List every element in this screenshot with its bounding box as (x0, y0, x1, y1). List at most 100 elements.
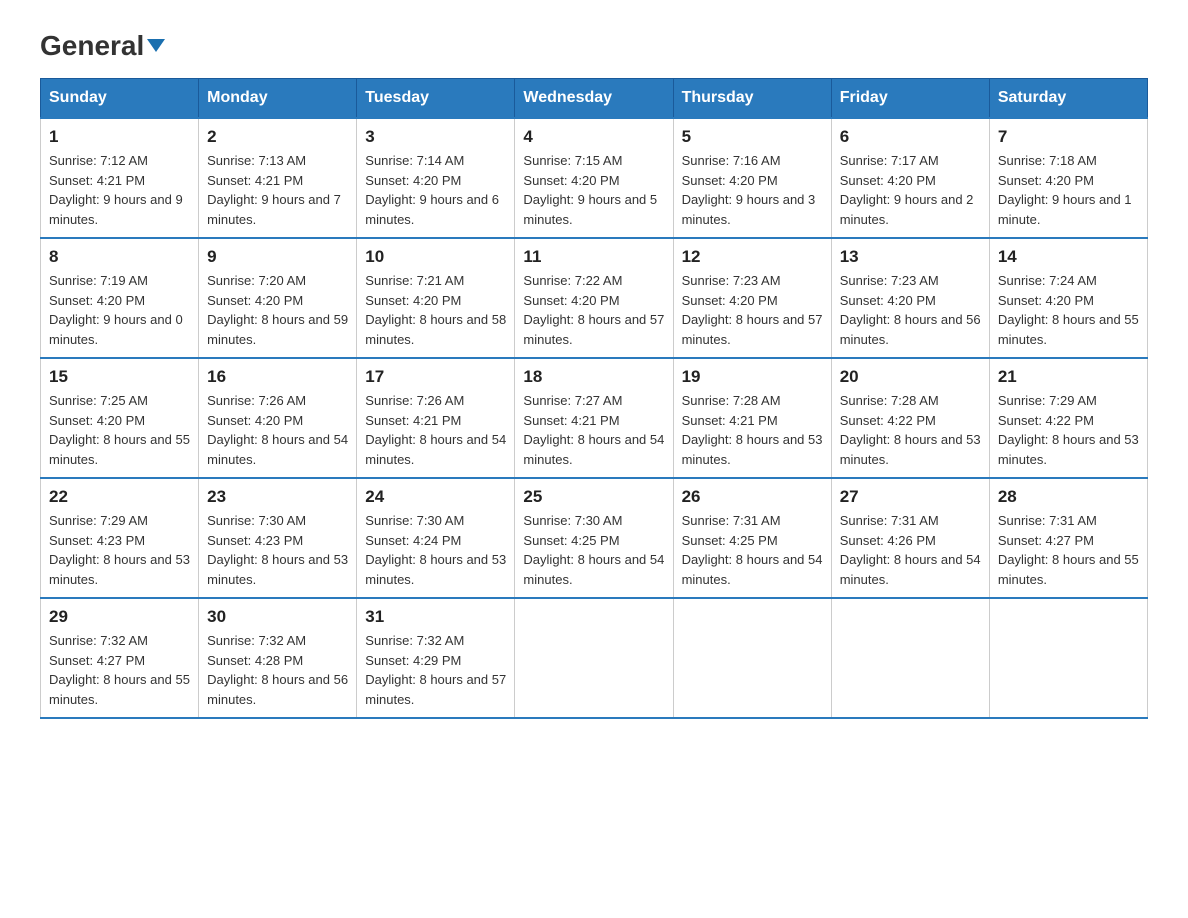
day-info: Sunrise: 7:13 AMSunset: 4:21 PMDaylight:… (207, 153, 341, 227)
logo-general-text: General (40, 30, 144, 62)
calendar-cell: 19 Sunrise: 7:28 AMSunset: 4:21 PMDaylig… (673, 358, 831, 478)
day-info: Sunrise: 7:28 AMSunset: 4:22 PMDaylight:… (840, 393, 981, 467)
day-number: 4 (523, 127, 664, 147)
calendar-cell: 9 Sunrise: 7:20 AMSunset: 4:20 PMDayligh… (199, 238, 357, 358)
day-number: 24 (365, 487, 506, 507)
day-info: Sunrise: 7:18 AMSunset: 4:20 PMDaylight:… (998, 153, 1132, 227)
day-info: Sunrise: 7:26 AMSunset: 4:21 PMDaylight:… (365, 393, 506, 467)
calendar-week-row: 1 Sunrise: 7:12 AMSunset: 4:21 PMDayligh… (41, 118, 1148, 238)
day-number: 29 (49, 607, 190, 627)
weekday-header-wednesday: Wednesday (515, 79, 673, 119)
day-info: Sunrise: 7:32 AMSunset: 4:28 PMDaylight:… (207, 633, 348, 707)
weekday-header-tuesday: Tuesday (357, 79, 515, 119)
calendar-cell: 5 Sunrise: 7:16 AMSunset: 4:20 PMDayligh… (673, 118, 831, 238)
calendar-cell: 21 Sunrise: 7:29 AMSunset: 4:22 PMDaylig… (989, 358, 1147, 478)
day-number: 23 (207, 487, 348, 507)
calendar-week-row: 29 Sunrise: 7:32 AMSunset: 4:27 PMDaylig… (41, 598, 1148, 718)
calendar-table: SundayMondayTuesdayWednesdayThursdayFrid… (40, 78, 1148, 719)
day-number: 17 (365, 367, 506, 387)
day-number: 27 (840, 487, 981, 507)
day-info: Sunrise: 7:22 AMSunset: 4:20 PMDaylight:… (523, 273, 664, 347)
day-info: Sunrise: 7:29 AMSunset: 4:22 PMDaylight:… (998, 393, 1139, 467)
calendar-cell: 3 Sunrise: 7:14 AMSunset: 4:20 PMDayligh… (357, 118, 515, 238)
day-info: Sunrise: 7:30 AMSunset: 4:25 PMDaylight:… (523, 513, 664, 587)
calendar-cell: 12 Sunrise: 7:23 AMSunset: 4:20 PMDaylig… (673, 238, 831, 358)
day-number: 1 (49, 127, 190, 147)
day-number: 13 (840, 247, 981, 267)
day-number: 11 (523, 247, 664, 267)
calendar-cell (989, 598, 1147, 718)
calendar-cell: 20 Sunrise: 7:28 AMSunset: 4:22 PMDaylig… (831, 358, 989, 478)
weekday-header-thursday: Thursday (673, 79, 831, 119)
calendar-cell (515, 598, 673, 718)
calendar-cell (673, 598, 831, 718)
calendar-cell: 23 Sunrise: 7:30 AMSunset: 4:23 PMDaylig… (199, 478, 357, 598)
calendar-week-row: 15 Sunrise: 7:25 AMSunset: 4:20 PMDaylig… (41, 358, 1148, 478)
day-info: Sunrise: 7:23 AMSunset: 4:20 PMDaylight:… (682, 273, 823, 347)
calendar-cell: 4 Sunrise: 7:15 AMSunset: 4:20 PMDayligh… (515, 118, 673, 238)
day-number: 30 (207, 607, 348, 627)
day-number: 5 (682, 127, 823, 147)
day-info: Sunrise: 7:29 AMSunset: 4:23 PMDaylight:… (49, 513, 190, 587)
day-info: Sunrise: 7:31 AMSunset: 4:26 PMDaylight:… (840, 513, 981, 587)
day-number: 26 (682, 487, 823, 507)
day-info: Sunrise: 7:32 AMSunset: 4:27 PMDaylight:… (49, 633, 190, 707)
calendar-cell: 15 Sunrise: 7:25 AMSunset: 4:20 PMDaylig… (41, 358, 199, 478)
day-info: Sunrise: 7:14 AMSunset: 4:20 PMDaylight:… (365, 153, 499, 227)
weekday-header-monday: Monday (199, 79, 357, 119)
calendar-cell: 29 Sunrise: 7:32 AMSunset: 4:27 PMDaylig… (41, 598, 199, 718)
day-info: Sunrise: 7:28 AMSunset: 4:21 PMDaylight:… (682, 393, 823, 467)
calendar-week-row: 8 Sunrise: 7:19 AMSunset: 4:20 PMDayligh… (41, 238, 1148, 358)
day-number: 6 (840, 127, 981, 147)
calendar-cell: 24 Sunrise: 7:30 AMSunset: 4:24 PMDaylig… (357, 478, 515, 598)
calendar-cell: 22 Sunrise: 7:29 AMSunset: 4:23 PMDaylig… (41, 478, 199, 598)
day-number: 10 (365, 247, 506, 267)
weekday-header-sunday: Sunday (41, 79, 199, 119)
day-number: 22 (49, 487, 190, 507)
day-info: Sunrise: 7:15 AMSunset: 4:20 PMDaylight:… (523, 153, 657, 227)
day-info: Sunrise: 7:25 AMSunset: 4:20 PMDaylight:… (49, 393, 190, 467)
day-info: Sunrise: 7:27 AMSunset: 4:21 PMDaylight:… (523, 393, 664, 467)
calendar-body: 1 Sunrise: 7:12 AMSunset: 4:21 PMDayligh… (41, 118, 1148, 718)
day-info: Sunrise: 7:19 AMSunset: 4:20 PMDaylight:… (49, 273, 183, 347)
calendar-cell (831, 598, 989, 718)
day-number: 28 (998, 487, 1139, 507)
day-info: Sunrise: 7:17 AMSunset: 4:20 PMDaylight:… (840, 153, 974, 227)
calendar-cell: 18 Sunrise: 7:27 AMSunset: 4:21 PMDaylig… (515, 358, 673, 478)
calendar-cell: 14 Sunrise: 7:24 AMSunset: 4:20 PMDaylig… (989, 238, 1147, 358)
calendar-cell: 10 Sunrise: 7:21 AMSunset: 4:20 PMDaylig… (357, 238, 515, 358)
calendar-cell: 28 Sunrise: 7:31 AMSunset: 4:27 PMDaylig… (989, 478, 1147, 598)
weekday-header-friday: Friday (831, 79, 989, 119)
calendar-week-row: 22 Sunrise: 7:29 AMSunset: 4:23 PMDaylig… (41, 478, 1148, 598)
calendar-cell: 7 Sunrise: 7:18 AMSunset: 4:20 PMDayligh… (989, 118, 1147, 238)
day-number: 19 (682, 367, 823, 387)
day-number: 2 (207, 127, 348, 147)
day-info: Sunrise: 7:31 AMSunset: 4:25 PMDaylight:… (682, 513, 823, 587)
calendar-cell: 11 Sunrise: 7:22 AMSunset: 4:20 PMDaylig… (515, 238, 673, 358)
calendar-cell: 13 Sunrise: 7:23 AMSunset: 4:20 PMDaylig… (831, 238, 989, 358)
day-number: 15 (49, 367, 190, 387)
weekday-header-saturday: Saturday (989, 79, 1147, 119)
day-number: 20 (840, 367, 981, 387)
day-number: 7 (998, 127, 1139, 147)
day-number: 14 (998, 247, 1139, 267)
day-number: 31 (365, 607, 506, 627)
calendar-cell: 6 Sunrise: 7:17 AMSunset: 4:20 PMDayligh… (831, 118, 989, 238)
calendar-cell: 27 Sunrise: 7:31 AMSunset: 4:26 PMDaylig… (831, 478, 989, 598)
day-info: Sunrise: 7:21 AMSunset: 4:20 PMDaylight:… (365, 273, 506, 347)
day-info: Sunrise: 7:23 AMSunset: 4:20 PMDaylight:… (840, 273, 981, 347)
day-info: Sunrise: 7:12 AMSunset: 4:21 PMDaylight:… (49, 153, 183, 227)
calendar-cell: 16 Sunrise: 7:26 AMSunset: 4:20 PMDaylig… (199, 358, 357, 478)
calendar-cell: 25 Sunrise: 7:30 AMSunset: 4:25 PMDaylig… (515, 478, 673, 598)
calendar-cell: 26 Sunrise: 7:31 AMSunset: 4:25 PMDaylig… (673, 478, 831, 598)
day-number: 18 (523, 367, 664, 387)
day-number: 16 (207, 367, 348, 387)
day-info: Sunrise: 7:20 AMSunset: 4:20 PMDaylight:… (207, 273, 348, 347)
calendar-cell: 8 Sunrise: 7:19 AMSunset: 4:20 PMDayligh… (41, 238, 199, 358)
day-number: 21 (998, 367, 1139, 387)
day-info: Sunrise: 7:16 AMSunset: 4:20 PMDaylight:… (682, 153, 816, 227)
day-info: Sunrise: 7:24 AMSunset: 4:20 PMDaylight:… (998, 273, 1139, 347)
day-info: Sunrise: 7:26 AMSunset: 4:20 PMDaylight:… (207, 393, 348, 467)
day-info: Sunrise: 7:32 AMSunset: 4:29 PMDaylight:… (365, 633, 506, 707)
day-number: 3 (365, 127, 506, 147)
